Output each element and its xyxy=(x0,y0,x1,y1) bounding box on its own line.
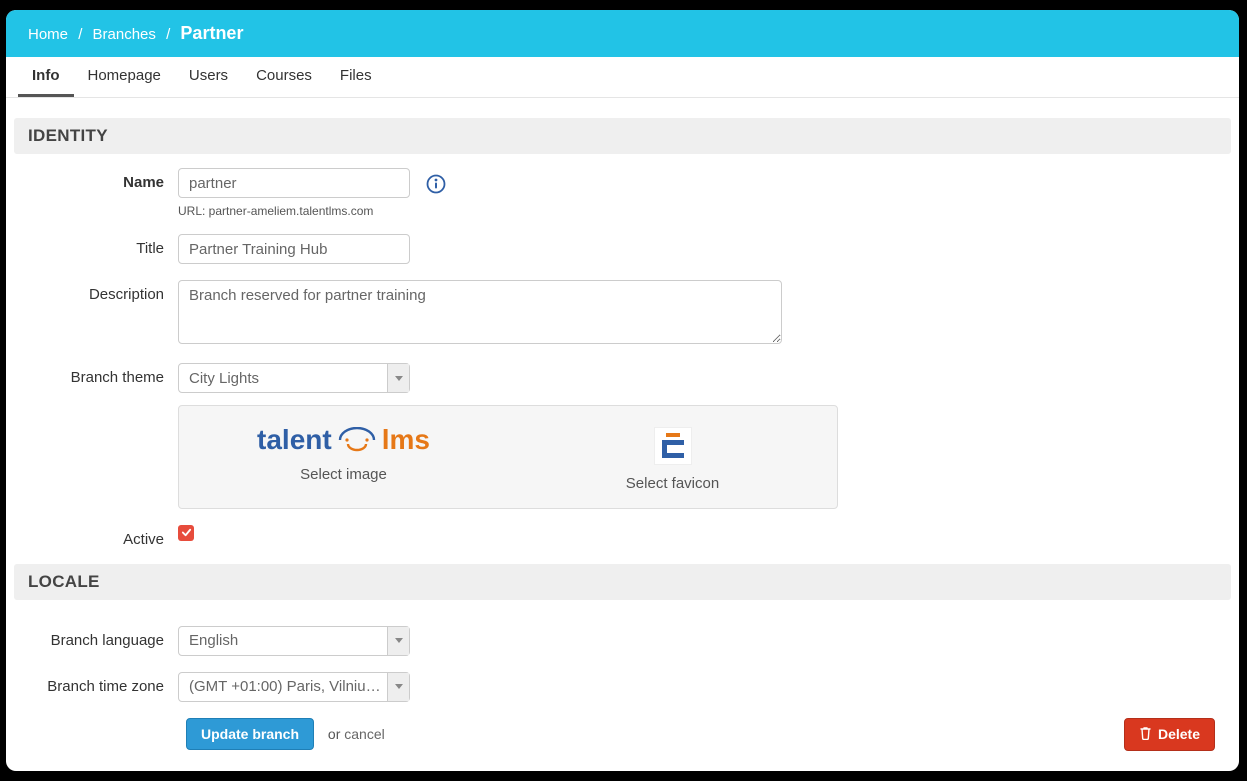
branch-language-value: English xyxy=(189,632,387,649)
section-identity: IDENTITY xyxy=(14,118,1231,154)
talentlms-logo: talent lms xyxy=(257,424,430,456)
label-branch-language: Branch language xyxy=(6,626,178,649)
description-textarea[interactable]: Branch reserved for partner training xyxy=(178,280,782,344)
tab-courses[interactable]: Courses xyxy=(242,57,326,97)
branch-settings-window: Home / Branches / Partner Info Homepage … xyxy=(6,10,1239,771)
name-input[interactable] xyxy=(178,168,410,198)
chevron-down-icon xyxy=(387,627,409,655)
cancel-link[interactable]: cancel xyxy=(344,726,384,742)
section-locale: LOCALE xyxy=(14,564,1231,600)
label-description: Description xyxy=(6,280,178,303)
tab-info[interactable]: Info xyxy=(18,57,74,97)
breadcrumb-sep: / xyxy=(78,26,82,43)
update-branch-button[interactable]: Update branch xyxy=(186,718,314,750)
breadcrumb-home[interactable]: Home xyxy=(28,26,68,43)
breadcrumb-sep: / xyxy=(166,26,170,43)
image-box: talent lms Select image xyxy=(178,405,838,509)
label-active: Active xyxy=(6,525,178,548)
tab-files[interactable]: Files xyxy=(326,57,386,97)
delete-label: Delete xyxy=(1158,726,1200,742)
active-checkbox[interactable] xyxy=(178,525,194,541)
favicon-preview xyxy=(654,427,692,465)
trash-icon xyxy=(1139,726,1152,743)
select-image-label: Select image xyxy=(189,466,498,483)
label-branch-theme: Branch theme xyxy=(6,363,178,386)
select-favicon-label: Select favicon xyxy=(518,475,827,492)
tab-users[interactable]: Users xyxy=(175,57,242,97)
branch-language-select[interactable]: English xyxy=(178,626,410,656)
breadcrumb: Home / Branches / Partner xyxy=(6,10,1239,57)
select-favicon-area[interactable]: Select favicon xyxy=(508,406,837,508)
info-icon[interactable] xyxy=(426,174,446,194)
footer-actions: Update branch or cancel Delete xyxy=(6,718,1239,751)
tabs: Info Homepage Users Courses Files xyxy=(6,57,1239,98)
branch-time-zone-select[interactable]: (GMT +01:00) Paris, Vilnius, ... xyxy=(178,672,410,702)
label-branch-time-zone: Branch time zone xyxy=(6,672,178,695)
branch-theme-select[interactable]: City Lights xyxy=(178,363,410,393)
breadcrumb-branches[interactable]: Branches xyxy=(93,26,156,43)
breadcrumb-current: Partner xyxy=(180,23,243,43)
url-subtext: URL: partner-ameliem.talentlms.com xyxy=(178,204,1239,218)
delete-button[interactable]: Delete xyxy=(1124,718,1215,751)
branch-theme-value: City Lights xyxy=(189,370,387,387)
title-input[interactable] xyxy=(178,234,410,264)
chevron-down-icon xyxy=(387,364,409,392)
label-title: Title xyxy=(6,234,178,257)
chevron-down-icon xyxy=(387,673,409,701)
branch-time-zone-value: (GMT +01:00) Paris, Vilnius, ... xyxy=(189,678,387,695)
form-content: IDENTITY Name URL: partner-ameliem.talen… xyxy=(6,98,1239,771)
or-text: or xyxy=(328,726,344,742)
select-image-area[interactable]: talent lms Select image xyxy=(179,406,508,508)
tab-homepage[interactable]: Homepage xyxy=(74,57,175,97)
label-name: Name xyxy=(6,168,178,191)
